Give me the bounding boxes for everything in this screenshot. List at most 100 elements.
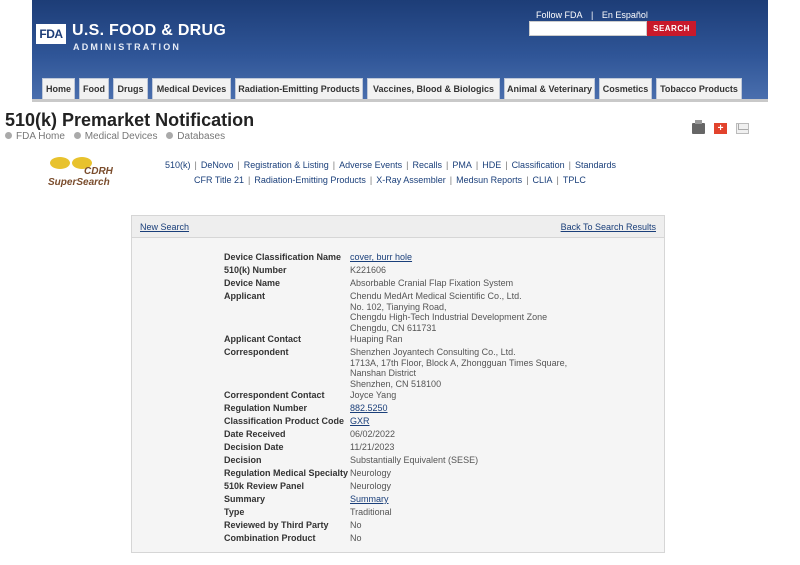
nav-tab-food[interactable]: Food xyxy=(79,78,109,100)
field-value: 06/02/2022 xyxy=(350,429,396,439)
db-link-medsun-reports[interactable]: Medsun Reports xyxy=(456,175,522,185)
field-value: K221606 xyxy=(350,265,387,275)
field-label: Device Classification Name xyxy=(224,252,342,262)
new-search-link[interactable]: New Search xyxy=(140,222,189,232)
field-label: Type xyxy=(224,507,245,517)
field-value: Absorbable Cranial Flap Fixation System xyxy=(350,278,514,288)
field-label: Decision xyxy=(224,455,262,465)
fda-logo-mark[interactable]: FDA xyxy=(36,24,66,44)
address-line: Nanshan District xyxy=(350,368,417,378)
db-link-radiation-emitting-products[interactable]: Radiation-Emitting Products xyxy=(254,175,366,185)
product-code-link[interactable]: GXR xyxy=(350,416,370,427)
page: FDA U.S. FOOD & DRUG ADMINISTRATION Foll… xyxy=(5,0,768,565)
breadcrumb-bullet-icon xyxy=(166,132,174,139)
field-label: Regulation Number xyxy=(224,403,308,413)
field-label: Date Received xyxy=(224,429,286,439)
db-link-pma[interactable]: PMA xyxy=(452,160,472,170)
supersearch-logo-text: SuperSearch xyxy=(48,177,110,188)
field-value: Joyce Yang xyxy=(350,390,397,400)
site-subtitle: ADMINISTRATION xyxy=(73,42,182,52)
site-title[interactable]: U.S. FOOD & DRUG xyxy=(72,22,226,40)
nav-tab-home[interactable]: Home xyxy=(42,78,75,100)
db-link-adverse-events[interactable]: Adverse Events xyxy=(339,160,402,170)
field-value: Neurology xyxy=(350,468,392,478)
db-link-denovo[interactable]: DeNovo xyxy=(201,160,234,170)
database-links-row-1: 510(k) | DeNovo | Registration & Listing | Adv… xyxy=(165,160,616,170)
field-value: 11/21/2023 xyxy=(350,442,395,452)
nav-tab-tobacco-products[interactable]: Tobacco Products xyxy=(656,78,742,100)
site-header: FDA U.S. FOOD & DRUG ADMINISTRATION Foll… xyxy=(32,0,768,100)
field-value: Huaping Ran xyxy=(350,334,403,344)
address-line: No. 102, Tianying Road, xyxy=(350,301,447,312)
nav-tab-cosmetics[interactable]: Cosmetics xyxy=(599,78,652,100)
device-classification-link[interactable]: cover, burr hole xyxy=(350,252,412,263)
applicant-address: Chendu MedArt Medical Scientific Co., Lt… xyxy=(350,291,547,333)
header-divider: | xyxy=(591,10,594,20)
address-line: Chengdu High-Tech Industrial Development… xyxy=(350,312,548,322)
cdrh-supersearch-logo[interactable]: CDRH SuperSearch xyxy=(44,153,136,191)
field-label: Classification Product Code xyxy=(224,416,345,426)
email-icon[interactable] xyxy=(736,123,749,134)
nav-tab-medical-devices[interactable]: Medical Devices xyxy=(152,78,231,100)
summary-link[interactable]: Summary xyxy=(350,494,389,505)
breadcrumb-databases[interactable]: Databases xyxy=(177,131,225,142)
nav-tab-drugs[interactable]: Drugs xyxy=(113,78,148,100)
address-line: 1713A, 17th Floor, Block A, Zhongguan Ti… xyxy=(350,357,568,368)
print-icon[interactable] xyxy=(692,120,705,134)
field-label: 510k Review Panel xyxy=(224,481,305,491)
db-link-recalls[interactable]: Recalls xyxy=(412,160,442,170)
db-link-510k[interactable]: 510(k) xyxy=(165,160,191,170)
address-line: Shenzhen, CN 518100 xyxy=(350,378,442,389)
field-label: Applicant Contact xyxy=(224,334,302,344)
main-nav: Home Food Drugs Medical Devices Radiatio… xyxy=(32,78,768,100)
follow-fda-link[interactable]: Follow FDA xyxy=(536,10,583,20)
db-link-tplc[interactable]: TPLC xyxy=(563,175,586,185)
field-label: Device Name xyxy=(224,278,281,288)
regulation-number-link[interactable]: 882.5250 xyxy=(350,403,388,414)
field-label: Correspondent Contact xyxy=(224,390,325,400)
binoculars-left-icon xyxy=(50,157,70,169)
field-label: Decision Date xyxy=(224,442,284,452)
db-link-x-ray-assembler[interactable]: X-Ray Assembler xyxy=(376,175,446,185)
record-panel-header: New Search Back To Search Results xyxy=(132,216,664,238)
field-value: No xyxy=(350,533,362,543)
field-value: Substantially Equivalent (SESE) xyxy=(350,455,479,465)
breadcrumb-medical-devices[interactable]: Medical Devices xyxy=(85,131,158,142)
nav-underline xyxy=(32,99,768,102)
field-label: Applicant xyxy=(224,291,266,301)
database-links-row-2: CFR Title 21 | Radiation-Emitting Products… xyxy=(194,175,586,185)
nav-tab-radiation-emitting-products[interactable]: Radiation-Emitting Products xyxy=(235,78,363,100)
field-value: Traditional xyxy=(350,507,392,517)
back-to-results-link[interactable]: Back To Search Results xyxy=(561,222,656,232)
site-search-input[interactable] xyxy=(529,21,647,36)
address-line: Chengdu, CN 611731 xyxy=(350,322,437,333)
field-label: Correspondent xyxy=(224,347,289,357)
breadcrumb: FDA Home Medical Devices Databases xyxy=(5,131,231,142)
db-link-hde[interactable]: HDE xyxy=(482,160,501,170)
share-plus-icon[interactable]: + xyxy=(714,123,727,134)
address-line: Chendu MedArt Medical Scientific Co., Lt… xyxy=(350,291,522,301)
db-link-clia[interactable]: CLIA xyxy=(533,175,553,185)
record-detail-panel: New Search Back To Search Results Device… xyxy=(131,215,665,553)
breadcrumb-bullet-icon xyxy=(5,132,12,139)
db-link-registration-listing[interactable]: Registration & Listing xyxy=(244,160,329,170)
nav-tab-vaccines-blood-biologics[interactable]: Vaccines, Blood & Biologics xyxy=(367,78,500,100)
cdrh-logo-text: CDRH xyxy=(84,166,113,177)
field-label: Combination Product xyxy=(224,533,316,543)
nav-tab-animal-veterinary[interactable]: Animal & Veterinary xyxy=(504,78,595,100)
field-value: No xyxy=(350,520,362,530)
db-link-standards[interactable]: Standards xyxy=(575,160,616,170)
field-label: Reviewed by Third Party xyxy=(224,520,329,530)
search-button[interactable]: SEARCH xyxy=(647,21,696,36)
breadcrumb-bullet-icon xyxy=(73,132,81,139)
field-value: Neurology xyxy=(350,481,392,491)
db-link-cfr-title-21[interactable]: CFR Title 21 xyxy=(194,175,244,185)
correspondent-address: Shenzhen Joyantech Consulting Co., Ltd. … xyxy=(350,347,567,389)
db-link-classification[interactable]: Classification xyxy=(512,160,565,170)
field-label: Regulation Medical Specialty xyxy=(224,468,349,478)
header-links: Follow FDA | En Español xyxy=(533,10,651,20)
address-line: Shenzhen Joyantech Consulting Co., Ltd. xyxy=(350,347,516,357)
breadcrumb-fda-home[interactable]: FDA Home xyxy=(16,131,65,142)
espanol-link[interactable]: En Español xyxy=(602,10,648,20)
page-title: 510(k) Premarket Notification xyxy=(5,110,255,130)
